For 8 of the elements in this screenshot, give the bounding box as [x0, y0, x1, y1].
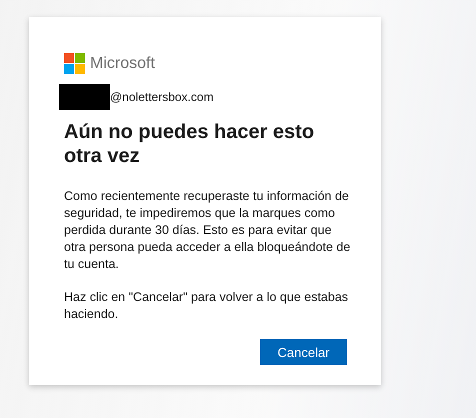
brand-name: Microsoft [90, 54, 155, 72]
body-text: Como recientemente recuperaste tu información de seguridad, te impediremos que la marques como perdida durante 30 días. Esto es para evitar que otra persona pueda acceder a ella bloqueándote de tu cuenta. [64, 188, 352, 273]
cancel-button[interactable]: Cancelar [260, 339, 347, 365]
body-text: Haz clic en "Cancelar" para volver a lo que estabas haciendo. [64, 289, 350, 323]
account-email: @nolettersbox.com [110, 90, 214, 104]
redaction-bar [59, 84, 110, 110]
dialog-title: Aún no puedes hacer esto otra vez [64, 120, 316, 168]
logo-icon [64, 53, 85, 74]
